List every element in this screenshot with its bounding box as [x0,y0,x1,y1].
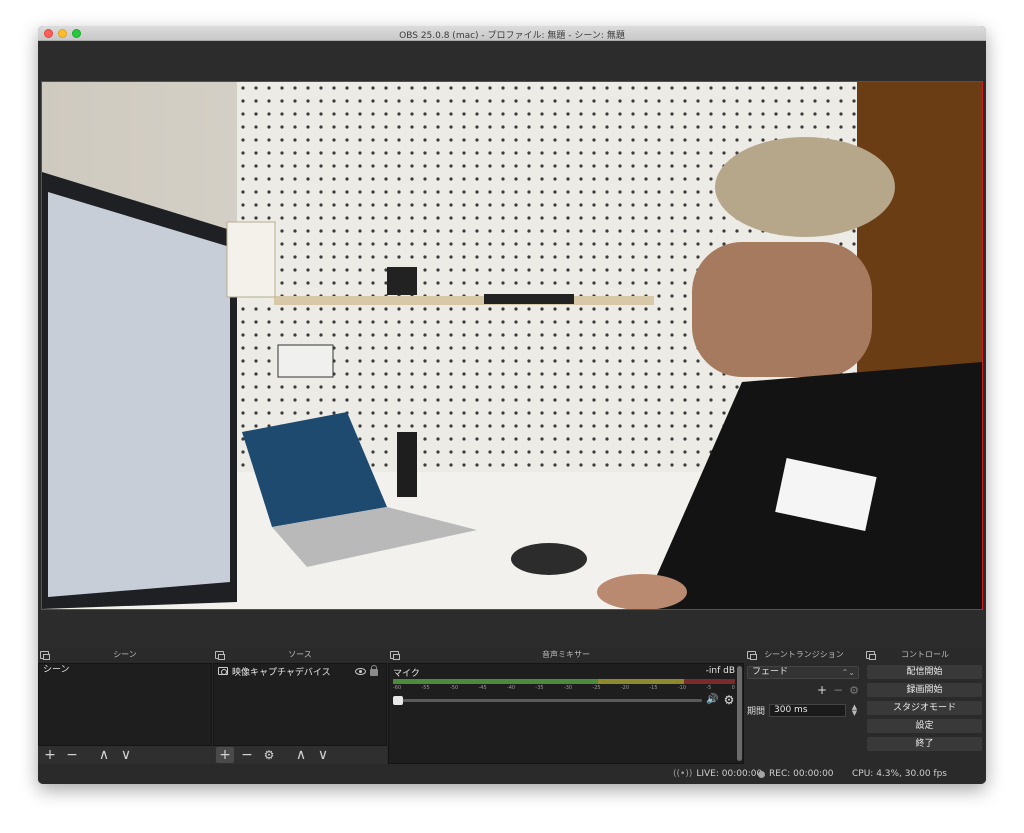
add-source-button[interactable]: + [216,747,234,763]
add-transition-button[interactable]: + [817,683,827,697]
mixer-settings-gear-icon[interactable]: ⚙ [723,694,735,706]
undock-icon[interactable] [215,651,225,660]
studio-mode-button[interactable]: スタジオモード [866,700,983,716]
volume-slider[interactable] [393,695,702,705]
scene-list-item[interactable]: シーン [39,664,211,677]
scenes-dock-title: シーン [113,650,137,659]
preview-area [38,41,986,648]
transition-selected-value: フェード [752,667,789,677]
mixer-body: マイク -inf dB -60 -55 -50 -45 -40 -35 -30 -25 -20-… [388,663,744,764]
meter-tick-labels: -60 -55 -50 -45 -40 -35 -30 -25 -20 -15 -10 -5 0 [393,685,735,692]
meter-tick-label: -30 [563,685,573,691]
start-streaming-button[interactable]: 配信開始 [866,664,983,680]
mixer-level-readout: -inf dB [705,666,735,676]
meter-tick-label: -40 [506,685,516,691]
meter-tick-label: -55 [421,685,430,691]
source-name: 映像キャプチャデバイス [232,667,331,678]
live-timer: LIVE: 00:00:00 [696,769,763,779]
speaker-mute-icon[interactable]: 🔊 [706,695,719,705]
remove-scene-button[interactable]: − [63,747,81,763]
meter-tick-label: -35 [535,685,544,691]
source-list-item[interactable]: 映像キャプチャデバイス [214,664,386,678]
obs-window: OBS 25.0.8 (mac) - プロファイル: 無題 - シーン: 無題 [38,26,986,784]
live-signal-icon: ((•)) [673,769,693,779]
transition-select[interactable]: フェード ⌃⌄ [747,666,859,679]
scene-list[interactable]: シーン [38,663,212,746]
sources-toolbar: + − ⚙ ∧ ∨ [213,746,387,764]
duration-input[interactable]: 300 ms [769,703,846,717]
meter-tick-label: -50 [449,685,459,691]
move-source-up-button[interactable]: ∧ [292,747,310,763]
add-scene-button[interactable]: + [41,747,59,763]
scenes-toolbar: + − ∧ ∨ [38,746,212,764]
move-scene-up-button[interactable]: ∧ [95,747,113,763]
meter-tick-label: -60 [393,685,402,691]
controls-dock-title: コントロール [901,650,949,659]
exit-button[interactable]: 終了 [866,736,983,752]
select-caret-icon: ⌃⌄ [841,668,855,677]
lock-icon[interactable] [370,665,378,676]
move-scene-down-button[interactable]: ∨ [117,747,135,763]
mixer-scrollbar[interactable] [737,666,742,761]
meter-tick-label: -15 [649,685,658,691]
remove-transition-button[interactable]: − [833,683,843,697]
title-bar: OBS 25.0.8 (mac) - プロファイル: 無題 - シーン: 無題 [38,26,986,41]
start-recording-button[interactable]: 録画開始 [866,682,983,698]
source-list[interactable]: 映像キャプチャデバイス [213,663,387,746]
audio-mixer-dock: 音声ミキサー マイク -inf dB -60 -55 -50 -45 -40 -35 -30… [388,648,744,764]
meter-tick-label: -45 [478,685,487,691]
mixer-dock-title: 音声ミキサー [542,650,590,659]
sources-dock-title: ソース [288,650,312,659]
transitions-dock-title: シーントランジション [764,650,844,659]
settings-button[interactable]: 設定 [866,718,983,734]
visibility-eye-icon[interactable] [355,667,366,675]
controls-dock: コントロール 配信開始 録画開始 スタジオモード 設定 終了 [864,648,986,764]
scenes-dock: シーン シーン + − ∧ ∨ [38,648,212,764]
mixer-channel-name: マイク [393,669,420,679]
sources-dock: ソース 映像キャプチャデバイス + − ⚙ ∧ ∨ [213,648,387,764]
source-properties-gear-icon[interactable]: ⚙ [260,747,278,763]
camera-icon [218,667,228,675]
undock-icon[interactable] [40,651,50,660]
transition-settings-gear-icon[interactable]: ⚙ [849,684,859,697]
rec-timer: REC: 00:00:00 [769,769,834,779]
cpu-fps-readout: CPU: 4.3%, 30.00 fps [852,769,947,779]
volume-slider-handle[interactable] [393,695,403,705]
status-bar: ((•)) LIVE: 00:00:00 REC: 00:00:00 CPU: … [38,764,986,784]
meter-tick-label: -20 [620,685,630,691]
duration-label: 期間 [747,706,766,717]
dock-row: シーン シーン + − ∧ ∨ ソース 映像キャプチャデバイス + − ⚙ ∧ … [38,648,986,764]
meter-tick-label: -10 [677,685,687,691]
scene-transitions-dock: シーントランジション フェード ⌃⌄ + − ⚙ 期間 300 ms ▲ ▼ [745,648,863,764]
preview-canvas[interactable] [41,81,983,610]
camera-preview-image [42,82,982,609]
audio-level-meter [393,679,735,684]
meter-tick-label: 0 [731,685,735,691]
window-title: OBS 25.0.8 (mac) - プロファイル: 無題 - シーン: 無題 [399,31,625,41]
move-source-down-button[interactable]: ∨ [314,747,332,763]
meter-tick-label: -5 [706,685,712,691]
rec-indicator-icon [758,770,765,778]
undock-icon[interactable] [390,651,400,660]
undock-icon[interactable] [747,651,757,660]
duration-spinner[interactable]: ▲ ▼ [850,704,859,717]
undock-icon[interactable] [866,651,876,660]
remove-source-button[interactable]: − [238,747,256,763]
meter-tick-label: -25 [592,685,601,691]
